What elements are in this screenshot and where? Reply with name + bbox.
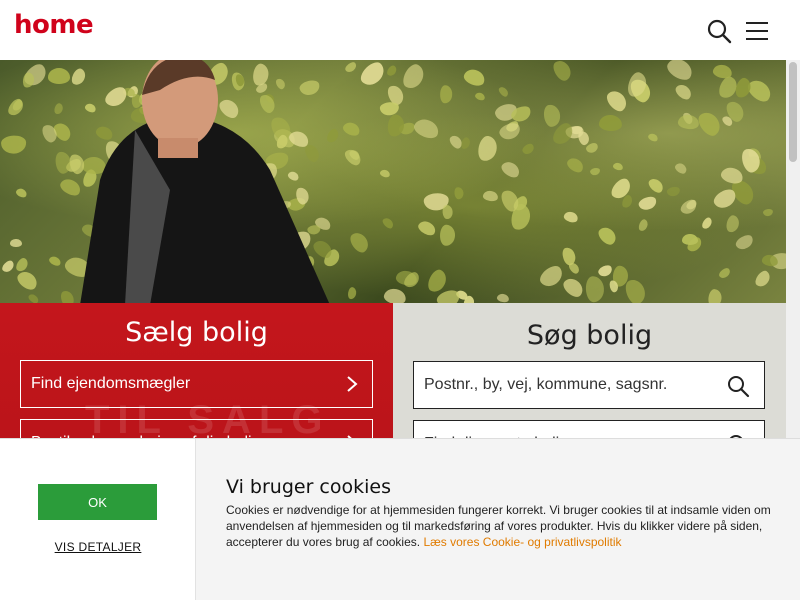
hamburger-menu-icon[interactable] <box>744 18 770 44</box>
find-agent-label: Find ejendomsmægler <box>31 375 191 392</box>
hedge-leaf <box>550 60 574 84</box>
hedge-leaf <box>595 224 620 248</box>
cookie-ok-button[interactable]: OK <box>38 484 157 520</box>
hedge-leaf <box>596 263 614 279</box>
hedge-leaf <box>459 135 472 150</box>
cookie-actions: OK VIS DETALJER <box>0 439 196 600</box>
hedge-leaf <box>762 208 774 218</box>
hedge-leaf <box>724 214 741 235</box>
hedge-leaf <box>439 224 456 247</box>
hedge-leaf <box>454 186 465 200</box>
chevron-right-icon <box>347 376 358 392</box>
hedge-leaf <box>561 274 587 300</box>
hedge-leaf <box>663 60 695 84</box>
hedge-leaf <box>15 186 29 199</box>
search-icon[interactable] <box>706 18 732 44</box>
hedge-leaf <box>647 132 660 144</box>
hedge-leaf <box>476 134 500 164</box>
hedge-leaf <box>567 261 582 276</box>
cookie-policy-link[interactable]: Læs vores Cookie- og privatlivspolitik <box>423 535 621 549</box>
cookie-details-link[interactable]: VIS DETALJER <box>0 540 196 554</box>
hedge-leaf <box>562 210 579 224</box>
hedge-leaf <box>442 204 454 219</box>
hedge-leaf <box>347 229 373 256</box>
sell-panel-title: Sælg bolig <box>125 317 268 348</box>
hedge-leaf <box>636 217 650 233</box>
hedge-leaf <box>733 232 755 252</box>
hedge-leaf <box>752 268 773 290</box>
hedge-leaf <box>700 215 714 231</box>
search-icon[interactable] <box>726 374 750 398</box>
hedge-leaf <box>612 161 625 172</box>
hedge-leaf <box>536 262 567 292</box>
hedge-leaf <box>340 120 362 139</box>
hedge-leaf <box>497 84 510 98</box>
hedge-leaf <box>677 114 700 131</box>
hedge-leaf <box>673 161 689 176</box>
person-illustration <box>80 60 330 305</box>
hedge-leaf <box>520 142 536 157</box>
cookie-description: Cookies er nødvendige for at hjemmesiden… <box>226 502 771 550</box>
hero-image <box>0 60 786 305</box>
hedge-leaf <box>343 60 359 75</box>
hedge-leaf <box>589 167 601 177</box>
hedge-leaf <box>379 168 391 179</box>
hedge-leaf <box>385 64 399 79</box>
hedge-leaf <box>694 108 725 140</box>
hedge-leaf <box>717 266 732 281</box>
cookie-title: Vi bruger cookies <box>226 476 391 498</box>
hedge-leaf <box>412 115 442 141</box>
hedge-leaf <box>645 176 666 196</box>
hedge-leaf <box>439 84 453 103</box>
scrollbar-thumb[interactable] <box>789 62 797 162</box>
location-search-field <box>413 361 765 409</box>
hedge-leaf <box>622 277 649 305</box>
hedge-leaf <box>357 60 389 90</box>
hedge-leaf <box>496 120 523 143</box>
hedge-leaf <box>415 218 438 239</box>
hedge-leaf <box>565 155 586 175</box>
find-agent-button[interactable]: Find ejendomsmægler <box>20 360 373 408</box>
hedge-leaf <box>711 62 733 80</box>
home-logo[interactable]: home <box>14 10 94 40</box>
hedge-leaf <box>482 189 499 202</box>
hedge-leaf <box>9 238 23 248</box>
hedge-leaf <box>542 103 562 129</box>
cookie-banner: OK VIS DETALJER Vi bruger cookies Cookie… <box>0 438 800 600</box>
hedge-leaf <box>666 185 682 197</box>
site-header: home <box>0 0 800 60</box>
hedge-leaf <box>585 275 605 303</box>
hedge-leaf <box>400 61 428 93</box>
hedge-leaf <box>14 267 41 293</box>
hedge-leaf <box>1 135 28 155</box>
hedge-leaf <box>673 81 695 103</box>
hedge-leaf <box>598 114 622 133</box>
hedge-leaf <box>380 216 395 231</box>
hedge-leaf <box>637 194 659 213</box>
hedge-leaf <box>604 86 631 115</box>
hedge-leaf <box>462 67 487 89</box>
search-panel-title: Søg bolig <box>526 320 653 351</box>
hedge-leaf <box>347 286 358 301</box>
hedge-leaf <box>1 258 17 275</box>
hedge-leaf <box>474 91 487 102</box>
hedge-leaf <box>498 158 522 181</box>
location-search-input[interactable] <box>424 376 724 394</box>
